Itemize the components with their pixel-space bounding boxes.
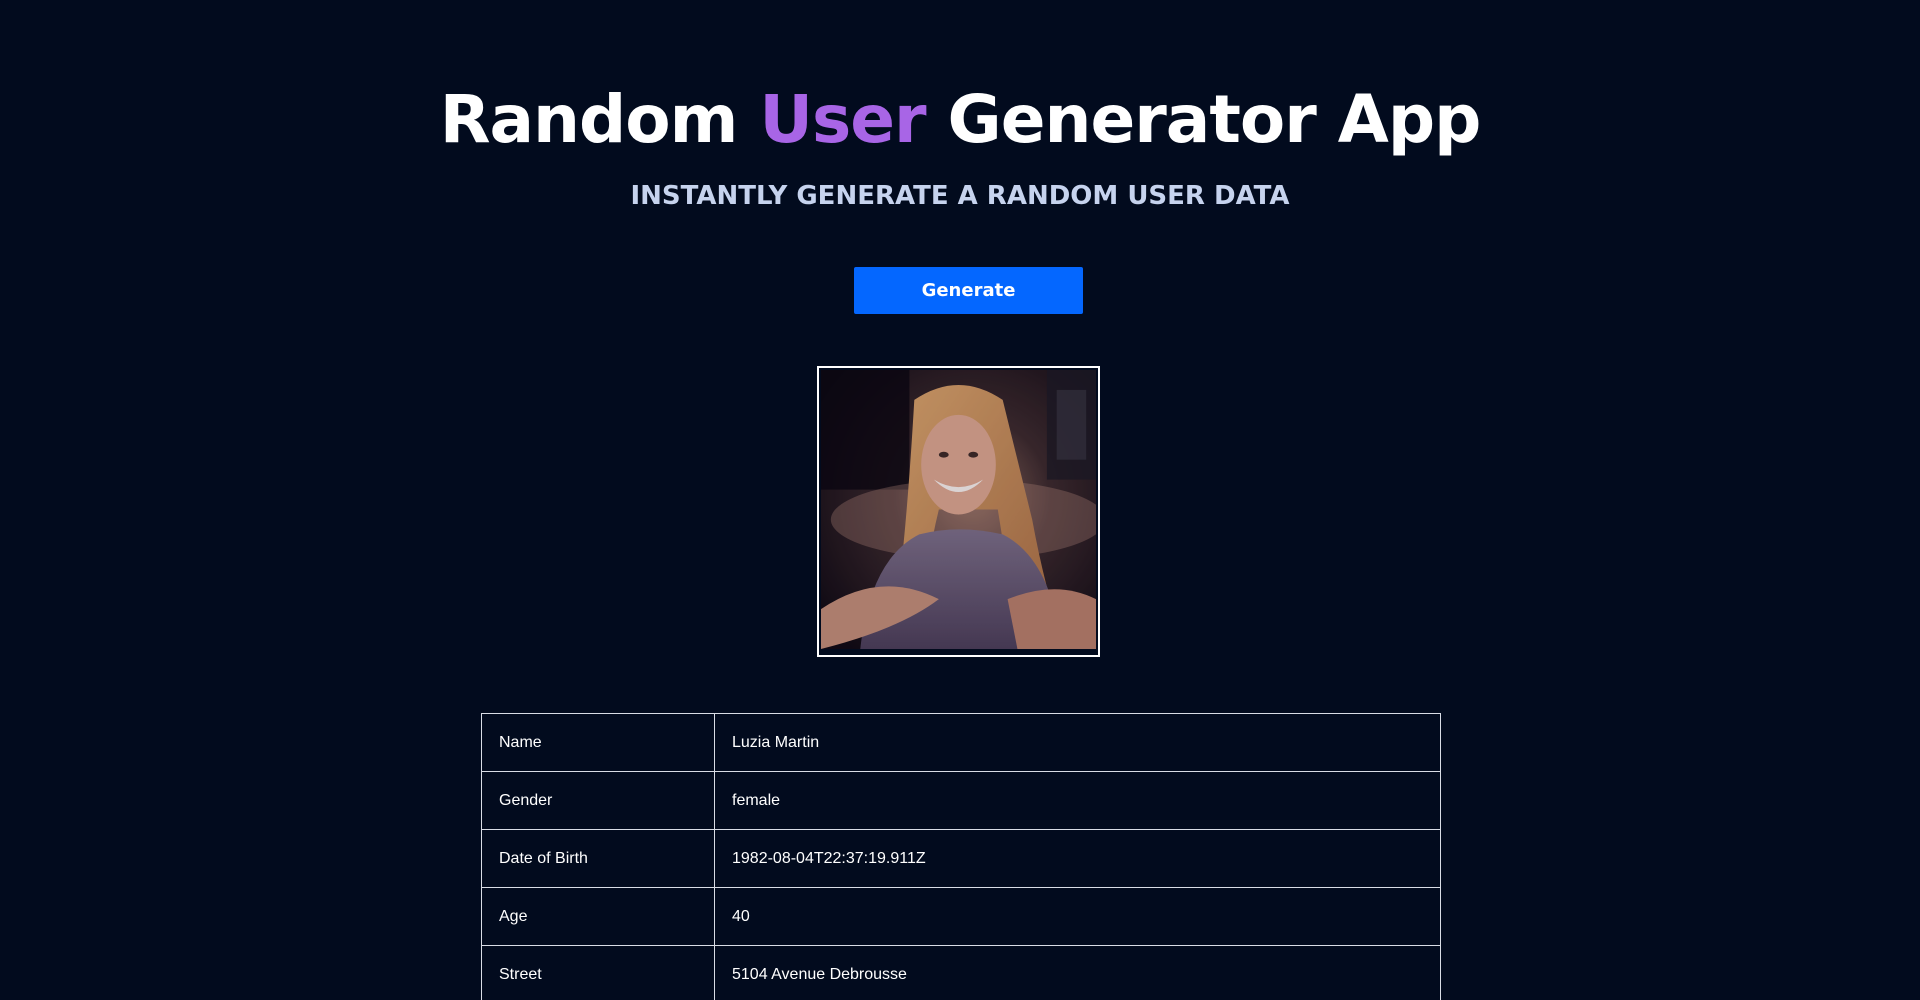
row-value-dob: 1982-08-04T22:37:19.911Z [714,829,1441,888]
row-value-street: 5104 Avenue Debrousse [714,945,1441,1000]
row-label-street: Street [481,945,715,1000]
title-part-2: Generator App [925,81,1482,158]
row-label-gender: Gender [481,771,715,830]
row-label-dob: Date of Birth [481,829,715,888]
table-row: Gender female [481,771,1441,830]
page: Random User Generator App INSTANTLY GENE… [0,0,1920,1000]
row-value-name: Luzia Martin [714,713,1441,772]
table-row: Street 5104 Avenue Debrousse [481,945,1441,1000]
row-value-gender: female [714,771,1441,830]
title-accent: User [759,81,926,158]
user-photo-image [821,370,1096,649]
table-row: Date of Birth 1982-08-04T22:37:19.911Z [481,829,1441,888]
table-row: Age 40 [481,887,1441,946]
page-title: Random User Generator App [0,80,1920,160]
user-photo [817,366,1100,657]
page-subtitle: INSTANTLY GENERATE A RANDOM USER DATA [630,181,1290,211]
row-value-age: 40 [714,887,1441,946]
row-label-age: Age [481,887,715,946]
table-row: Name Luzia Martin [481,713,1441,772]
generate-button[interactable]: Generate [854,267,1083,314]
row-label-name: Name [481,713,715,772]
title-part-1: Random [439,81,760,158]
user-details-table: Name Luzia Martin Gender female Date of … [481,713,1441,1000]
